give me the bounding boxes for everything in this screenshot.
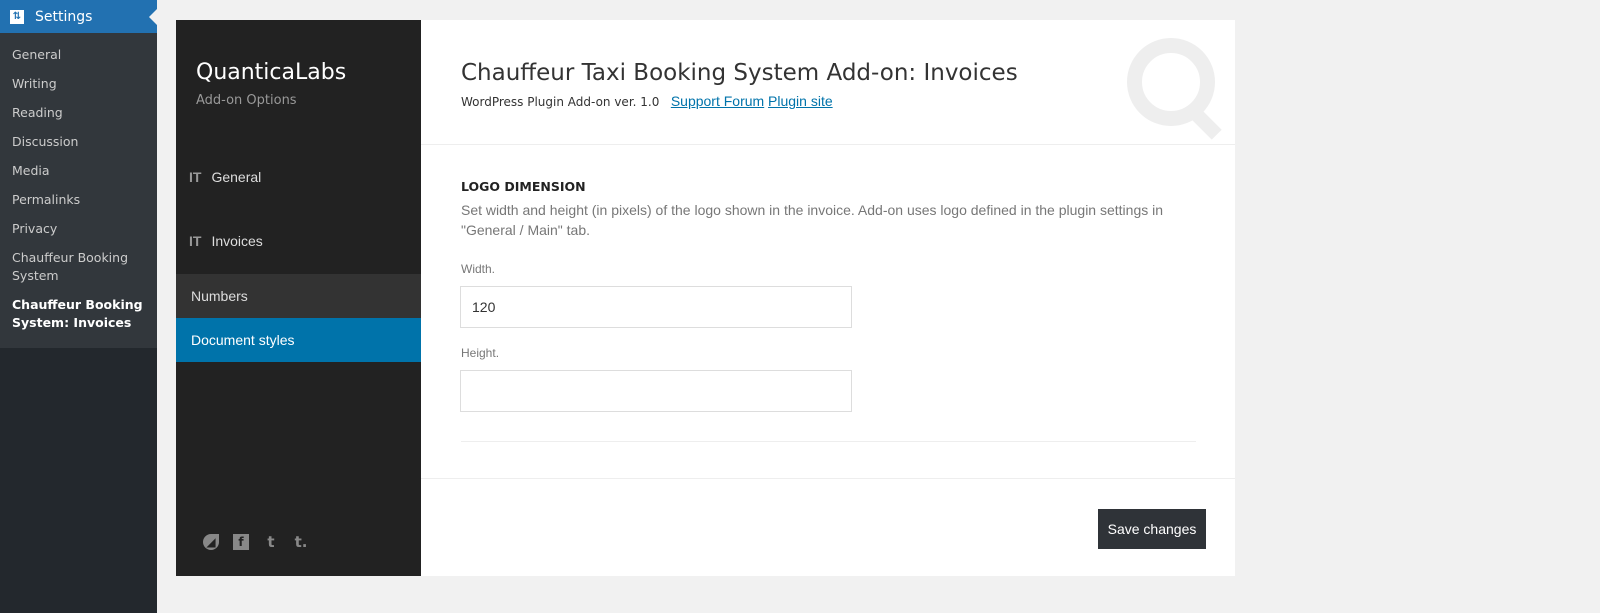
support-forum-link[interactable]: Support Forum	[671, 93, 764, 109]
submenu-chauffeur-invoices[interactable]: Chauffeur Booking System: Invoices	[0, 291, 157, 338]
save-changes-button[interactable]: Save changes	[1098, 509, 1206, 549]
divider	[461, 441, 1196, 442]
nav-invoices-label: Invoices	[211, 233, 263, 249]
version-text: WordPress Plugin Add-on ver. 1.0	[461, 95, 660, 109]
version-line: WordPress Plugin Add-on ver. 1.0 Support…	[461, 93, 833, 109]
page-title: Chauffeur Taxi Booking System Add-on: In…	[461, 60, 1018, 86]
tools-icon: IT	[189, 169, 202, 185]
divider	[421, 144, 1235, 145]
brand-name: QuanticaLabs	[196, 60, 347, 85]
width-label: Width.	[461, 262, 496, 276]
nav-invoices[interactable]: IT Invoices	[189, 233, 263, 249]
submenu-chauffeur-booking[interactable]: Chauffeur Booking System	[0, 244, 157, 291]
height-label: Height.	[461, 346, 500, 360]
options-panel: QuanticaLabs Add-on Options IT General IT…	[176, 20, 1235, 576]
menu-settings[interactable]: ⇅ Settings	[0, 0, 157, 33]
submenu-reading[interactable]: Reading	[0, 99, 157, 128]
settings-icon: ⇅	[10, 9, 24, 24]
quanticalabs-logo-icon	[1127, 38, 1215, 126]
submenu-writing[interactable]: Writing	[0, 70, 157, 99]
nav-general[interactable]: IT General	[189, 169, 261, 185]
section-description: Set width and height (in pixels) of the …	[461, 202, 1164, 238]
height-input[interactable]	[460, 370, 852, 412]
options-sidebar: QuanticaLabs Add-on Options IT General IT…	[176, 20, 421, 576]
tumblr-icon[interactable]: t.	[293, 533, 309, 551]
tools-icon: IT	[189, 233, 202, 249]
nav-document-styles[interactable]: Document styles	[176, 318, 421, 362]
submenu-general[interactable]: General	[0, 41, 157, 70]
plugin-site-link[interactable]: Plugin site	[768, 93, 833, 109]
twitter-icon[interactable]: t	[263, 533, 279, 551]
nav-general-label: General	[211, 169, 262, 185]
divider	[421, 478, 1235, 479]
submenu-privacy[interactable]: Privacy	[0, 215, 157, 244]
wp-admin-menu: ⇅ Settings General Writing Reading Discus…	[0, 0, 157, 613]
brand-subtitle: Add-on Options	[196, 93, 297, 108]
settings-submenu: General Writing Reading Discussion Media…	[0, 33, 157, 348]
facebook-icon[interactable]: f	[233, 534, 249, 550]
section-title: LOGO DIMENSION	[461, 179, 586, 194]
social-links: ◢ f t t.	[203, 533, 309, 551]
options-content: Chauffeur Taxi Booking System Add-on: In…	[421, 20, 1235, 576]
envato-icon[interactable]: ◢	[203, 534, 219, 550]
width-input[interactable]	[460, 286, 852, 328]
nav-numbers[interactable]: Numbers	[176, 274, 421, 318]
menu-settings-label: Settings	[35, 8, 93, 25]
submenu-permalinks[interactable]: Permalinks	[0, 186, 157, 215]
submenu-discussion[interactable]: Discussion	[0, 128, 157, 157]
submenu-media[interactable]: Media	[0, 157, 157, 186]
